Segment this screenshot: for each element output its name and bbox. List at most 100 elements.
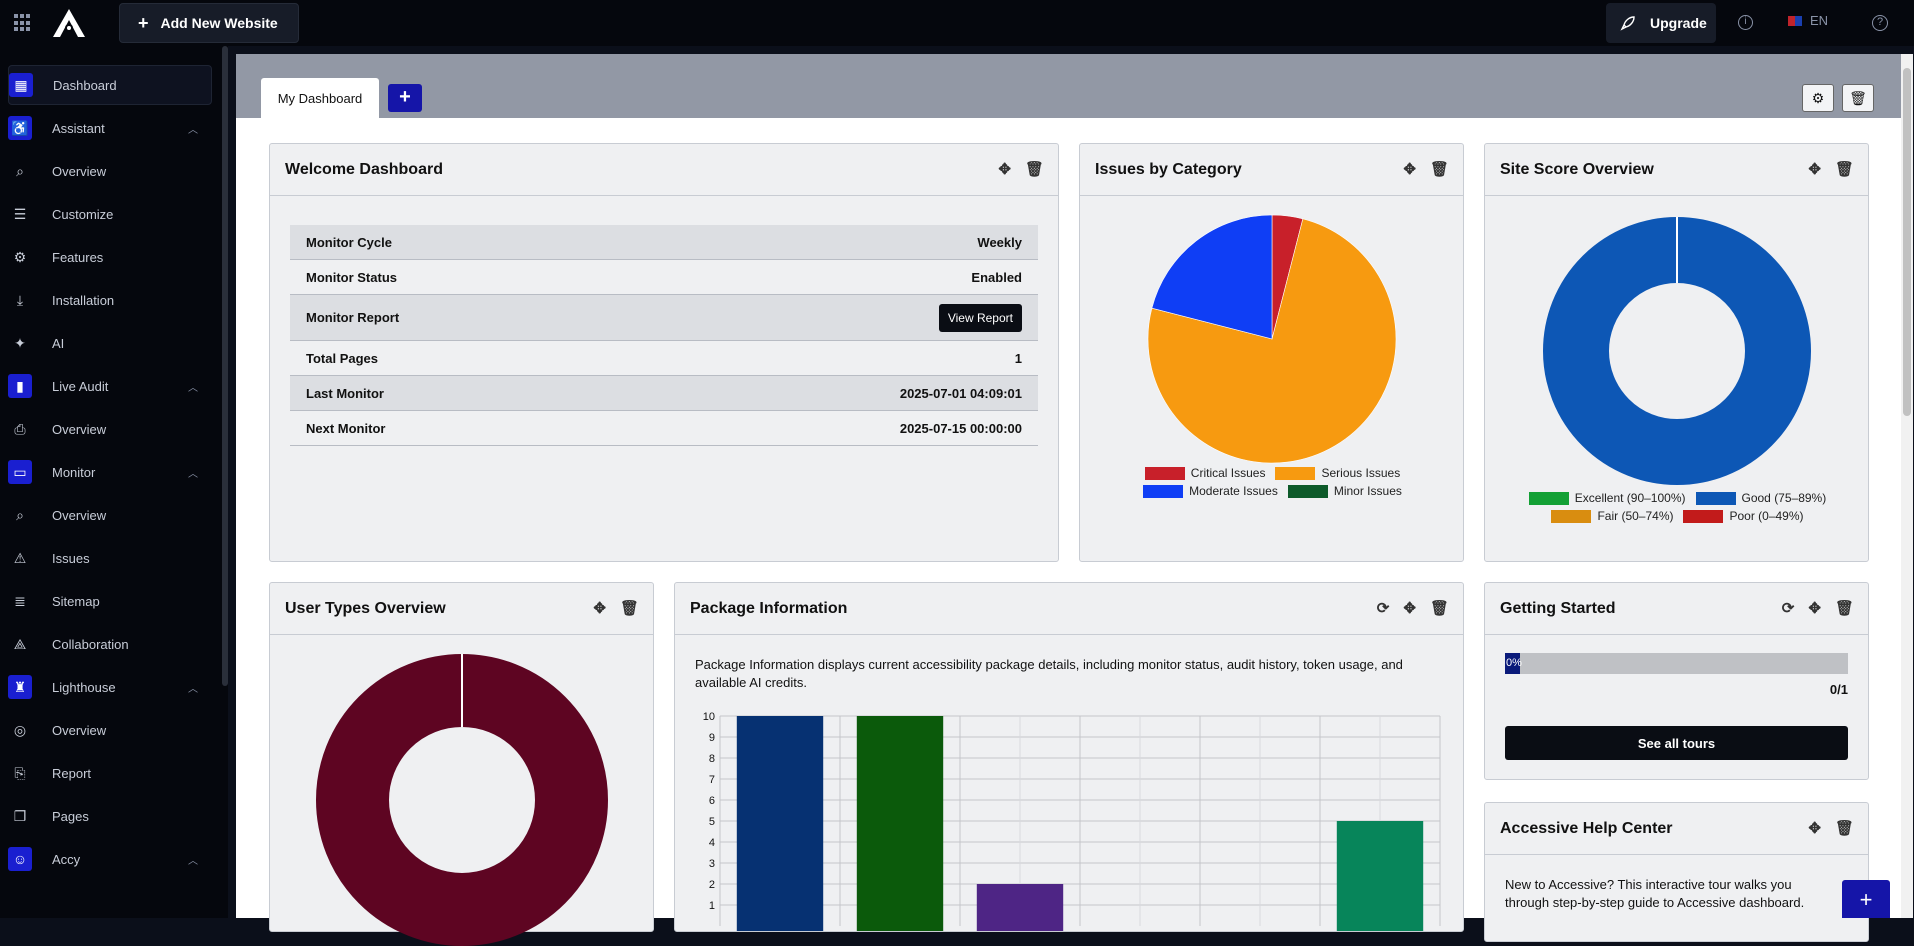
tab-my-dashboard[interactable]: My Dashboard	[261, 78, 379, 118]
sidebar-item-ai[interactable]: ✦ AI	[8, 323, 212, 363]
trash-icon[interactable]: 🗑	[1025, 160, 1044, 178]
legend-item[interactable]: Poor (0–49%)	[1683, 509, 1804, 523]
legend-swatch	[1695, 491, 1736, 505]
legend-item[interactable]: Fair (50–74%)	[1551, 509, 1673, 523]
sidebar-item-pages[interactable]: ❐ Pages	[8, 796, 212, 836]
trash-icon[interactable]: 🗑	[620, 599, 639, 617]
trash-icon[interactable]: 🗑	[1430, 599, 1449, 617]
legend-label: Poor (0–49%)	[1729, 509, 1804, 523]
legend-label: Excellent (90–100%)	[1574, 491, 1686, 505]
sidebar-item-overview[interactable]: ⌕ Overview	[8, 151, 212, 191]
main-scrollbar[interactable]	[1901, 54, 1913, 918]
sidebar-item-customize[interactable]: ☰ Customize	[8, 194, 212, 234]
site-score-legend: Excellent (90–100%) Good (75–89%) Fair (50…	[1505, 491, 1850, 523]
chevron-up-icon[interactable]: ︿	[188, 379, 198, 394]
floating-add-button[interactable]: +	[1842, 880, 1890, 918]
bar[interactable]	[856, 716, 944, 932]
warning-icon: ⚠	[13, 549, 27, 566]
delete-dashboard-button[interactable]: 🗑	[1842, 84, 1874, 112]
issues-pie-chart	[1147, 214, 1397, 464]
top-bar: + Add New Website Upgrade i EN ?	[0, 0, 1914, 46]
legend-item[interactable]: Critical Issues	[1144, 466, 1265, 480]
chevron-up-icon[interactable]: ︿	[188, 121, 198, 136]
trash-icon[interactable]: 🗑	[1835, 819, 1854, 837]
chevron-up-icon[interactable]: ︿	[188, 680, 198, 695]
magnify-icon: ⌕	[16, 506, 24, 523]
chevron-up-icon[interactable]: ︿	[188, 852, 198, 867]
sidebar: ▦ Dashboard ♿ Assistant ︿ ⌕ Overview ☰ Customize…	[0, 46, 228, 918]
site-score-donut-chart	[1543, 217, 1811, 485]
language-selector[interactable]: EN	[1788, 13, 1828, 28]
y-tick-label: 8	[709, 753, 715, 765]
sidebar-item-installation[interactable]: ⤓ Installation	[8, 280, 212, 320]
accessive-logo[interactable]	[52, 8, 86, 38]
trash-icon[interactable]: 🗑	[1835, 160, 1854, 178]
refresh-icon[interactable]: ⟳	[1377, 599, 1390, 617]
move-icon[interactable]: ✥	[998, 160, 1011, 178]
upgrade-button[interactable]: Upgrade	[1606, 3, 1716, 43]
trash-icon[interactable]: 🗑	[1430, 160, 1449, 178]
legend-item[interactable]: Moderate Issues	[1143, 484, 1278, 498]
move-icon[interactable]: ✥	[593, 599, 606, 617]
bar[interactable]	[1336, 821, 1424, 932]
sliders-icon: ☰	[13, 205, 27, 222]
sidebar-item-dashboard[interactable]: ▦ Dashboard	[8, 65, 212, 105]
table-row: Next Monitor 2025-07-15 00:00:00	[290, 411, 1038, 446]
issues-card: Issues by Category ✥ 🗑 Critical Issues Ser…	[1079, 143, 1464, 562]
sidebar-item-overview[interactable]: ◎ Overview	[8, 710, 212, 750]
table-row: Monitor Cycle Weekly	[290, 225, 1038, 260]
legend-item[interactable]: Minor Issues	[1287, 484, 1402, 498]
y-tick-label: 4	[709, 837, 715, 849]
tour-progress-bar: 0%	[1505, 653, 1848, 674]
legend-item[interactable]: Serious Issues	[1275, 466, 1400, 480]
help-icon[interactable]: ?	[1872, 15, 1888, 31]
package-description: Package Information displays current acc…	[695, 657, 1403, 690]
move-icon[interactable]: ✥	[1403, 160, 1416, 178]
legend-item[interactable]: Good (75–89%)	[1695, 491, 1826, 505]
move-icon[interactable]: ✥	[1808, 160, 1821, 178]
trash-icon[interactable]: 🗑	[1835, 599, 1854, 617]
gear-icon: ⚙	[13, 248, 27, 265]
sidebar-item-live-audit[interactable]: ▮ Live Audit ︿	[8, 366, 212, 406]
sidebar-item-overview[interactable]: ⌕ Overview	[8, 495, 212, 535]
getting-started-title: Getting Started	[1500, 599, 1616, 617]
move-icon[interactable]: ✥	[1403, 599, 1416, 617]
apps-grid-icon[interactable]	[14, 14, 32, 32]
table-row: Monitor Report View Report	[290, 295, 1038, 341]
legend-item[interactable]: Excellent (90–100%)	[1528, 491, 1686, 505]
sidebar-scrollbar[interactable]	[222, 46, 228, 686]
sidebar-item-collaboration[interactable]: ⟁ Collaboration	[8, 624, 212, 664]
sidebar-item-monitor[interactable]: ▭ Monitor ︿	[8, 452, 212, 492]
view-report-button[interactable]: View Report	[938, 303, 1022, 332]
row-label: Monitor Cycle	[306, 234, 392, 250]
bar[interactable]	[976, 884, 1064, 932]
see-all-tours-button[interactable]: See all tours	[1505, 726, 1848, 760]
sidebar-item-label: Monitor	[52, 464, 96, 480]
settings-button[interactable]: ⚙	[1802, 84, 1834, 112]
bar[interactable]	[736, 716, 824, 932]
bar-chart-icon: ▮	[8, 374, 32, 398]
info-icon[interactable]: i	[1738, 15, 1753, 30]
table-row: Total Pages 1	[290, 341, 1038, 376]
install-icon: ⤓	[16, 291, 24, 308]
sidebar-item-lighthouse[interactable]: ♜ Lighthouse ︿	[8, 667, 212, 707]
sidebar-item-sitemap[interactable]: ≣ Sitemap	[8, 581, 212, 621]
move-icon[interactable]: ✥	[1808, 599, 1821, 617]
y-tick-label: 9	[709, 732, 715, 744]
y-tick-label: 10	[703, 711, 715, 723]
sidebar-item-report[interactable]: ⎘ Report	[8, 753, 212, 793]
chevron-up-icon[interactable]: ︿	[188, 465, 198, 480]
sidebar-item-label: Overview	[52, 163, 107, 179]
sidebar-item-assistant[interactable]: ♿ Assistant ︿	[8, 108, 212, 148]
row-label: Total Pages	[306, 350, 379, 366]
move-icon[interactable]: ✥	[1808, 819, 1821, 837]
pages-icon: ❐	[13, 807, 27, 824]
add-new-website-button[interactable]: + Add New Website	[119, 3, 299, 43]
welcome-card-header: Welcome Dashboard ✥ 🗑	[270, 144, 1058, 196]
refresh-icon[interactable]: ⟳	[1782, 599, 1795, 617]
sidebar-item-accy[interactable]: ☺ Accy ︿	[8, 839, 212, 879]
sidebar-item-features[interactable]: ⚙ Features	[8, 237, 212, 277]
add-tab-button[interactable]: +	[388, 84, 422, 112]
sidebar-item-issues[interactable]: ⚠ Issues	[8, 538, 212, 578]
sidebar-item-overview[interactable]: ⎙ Overview	[8, 409, 212, 449]
